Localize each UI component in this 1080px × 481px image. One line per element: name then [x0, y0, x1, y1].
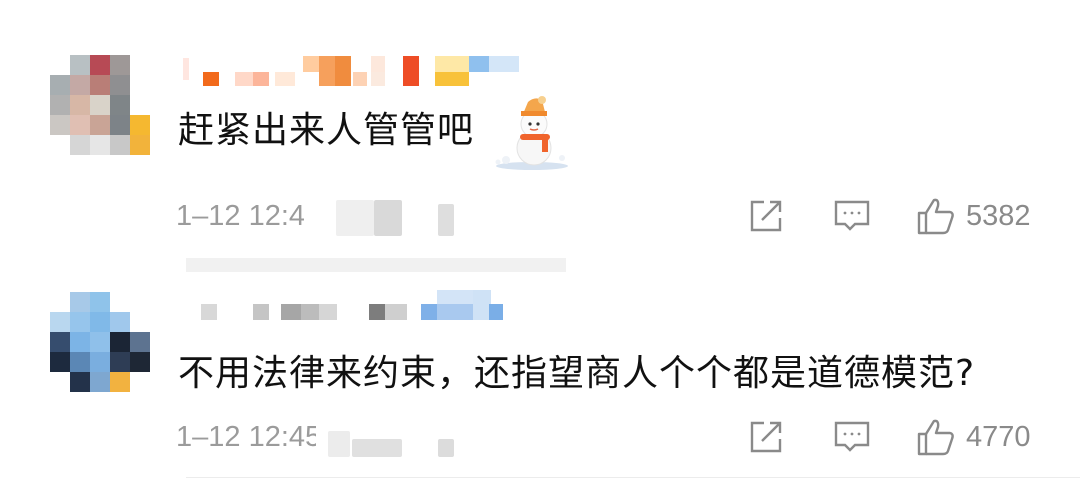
- avatar-pixel: [70, 115, 90, 135]
- avatar-pixel: [70, 292, 90, 312]
- reply-button[interactable]: [833, 194, 871, 238]
- avatar-pixel: [50, 372, 70, 392]
- avatar-pixel: [50, 135, 70, 155]
- avatar-pixel: [70, 55, 90, 75]
- avatar-pixel: [130, 55, 150, 75]
- comment-icon: [834, 200, 870, 231]
- avatar-pixel: [130, 292, 150, 312]
- avatar-pixel: [50, 95, 70, 115]
- comment-item[interactable]: 不用法律来约束，还指望商人个个都是道德模范? 1–12 12:45 4770: [0, 258, 1080, 481]
- avatar-pixel: [110, 55, 130, 75]
- location-blurred: [328, 431, 350, 457]
- avatar-pixel: [90, 312, 110, 332]
- avatar-pixel: [90, 292, 110, 312]
- avatar-pixel: [90, 75, 110, 95]
- like-count: 4770: [966, 420, 1031, 453]
- location-blurred: [438, 439, 454, 457]
- like-count: 5382: [966, 199, 1031, 232]
- avatar-pixel: [130, 95, 150, 115]
- share-icon: [750, 200, 782, 232]
- avatar-pixel: [70, 352, 90, 372]
- avatar-pixel: [110, 75, 130, 95]
- avatar-pixel: [70, 332, 90, 352]
- comment-item[interactable]: 赶紧出来人管管吧 1–12 12:4 5382: [0, 0, 1080, 272]
- avatar-pixel: [110, 352, 130, 372]
- avatar-pixel: [70, 75, 90, 95]
- avatar-pixel: [90, 135, 110, 155]
- avatar-pixel: [70, 95, 90, 115]
- divider: [186, 477, 1080, 478]
- avatar-pixel: [110, 372, 130, 392]
- location-blurred: [352, 439, 402, 457]
- username-blurred[interactable]: [183, 54, 543, 90]
- avatar-pixel: [90, 332, 110, 352]
- avatar-pixel: [110, 312, 130, 332]
- avatar-pixel: [90, 352, 110, 372]
- avatar-pixel: [110, 135, 130, 155]
- like-button[interactable]: 5382: [916, 194, 1031, 238]
- avatar-pixel: [130, 135, 150, 155]
- avatar-pixel: [90, 55, 110, 75]
- avatar-pixel: [130, 75, 150, 95]
- avatar-pixel: [110, 95, 130, 115]
- avatar-pixel: [70, 372, 90, 392]
- comment-meta: 1–12 12:4 5382: [176, 194, 1056, 238]
- like-button[interactable]: 4770: [916, 415, 1031, 459]
- username-blurred[interactable]: [183, 290, 543, 322]
- comment-icon: [834, 421, 870, 452]
- avatar-pixel: [110, 292, 130, 312]
- reply-button[interactable]: [833, 415, 871, 459]
- avatar-pixel: [50, 292, 70, 312]
- snowman-sticker: [495, 96, 568, 170]
- avatar-pixel: [50, 115, 70, 135]
- avatar-pixel: [130, 332, 150, 352]
- avatar-pixel: [130, 115, 150, 135]
- comment-text: 不用法律来约束，还指望商人个个都是道德模范?: [178, 353, 976, 394]
- share-icon: [750, 421, 782, 453]
- avatar-pixel: [50, 312, 70, 332]
- comment-text: 赶紧出来人管管吧: [178, 110, 475, 151]
- avatar-pixel: [90, 372, 110, 392]
- avatar-pixel: [70, 312, 90, 332]
- avatar-pixel: [130, 312, 150, 332]
- avatar-pixel: [110, 115, 130, 135]
- location-blurred: [438, 204, 454, 236]
- avatar-pixel: [50, 75, 70, 95]
- location-blurred: [374, 200, 402, 236]
- share-button[interactable]: [748, 415, 784, 459]
- avatar-pixel: [50, 352, 70, 372]
- avatar-pixel: [50, 332, 70, 352]
- avatar-pixel: [110, 332, 130, 352]
- comment-time: 1–12 12:45: [176, 421, 316, 453]
- comment-time: 1–12 12:4: [176, 200, 304, 232]
- thumbs-up-icon: [917, 198, 954, 235]
- avatar[interactable]: [50, 292, 150, 392]
- avatar-pixel: [90, 95, 110, 115]
- avatar-pixel: [70, 135, 90, 155]
- avatar-pixel: [50, 55, 70, 75]
- avatar-pixel: [90, 115, 110, 135]
- location-blurred: [336, 200, 374, 236]
- comment-meta: 1–12 12:45 4770: [176, 415, 1056, 459]
- avatar-pixel: [130, 352, 150, 372]
- thumbs-up-icon: [917, 419, 954, 456]
- avatar[interactable]: [50, 55, 150, 155]
- share-button[interactable]: [748, 194, 784, 238]
- avatar-pixel: [130, 372, 150, 392]
